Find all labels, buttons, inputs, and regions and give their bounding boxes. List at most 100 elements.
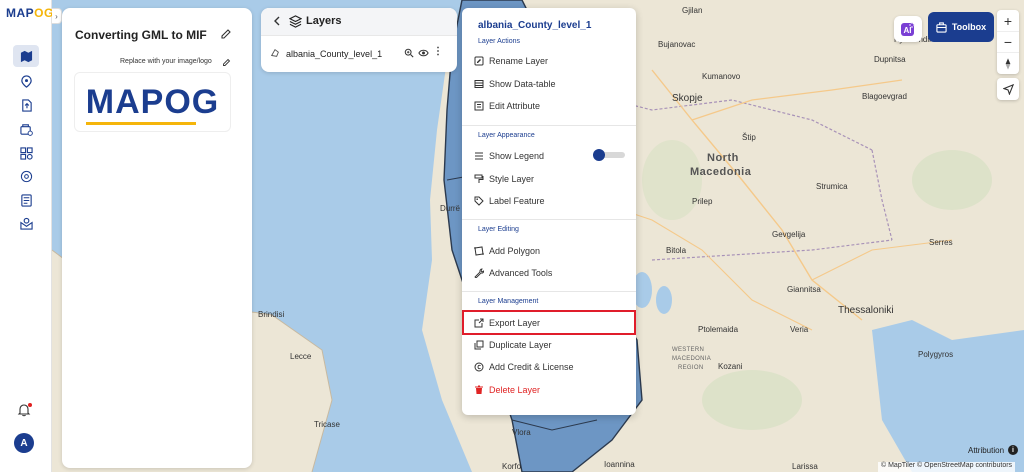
chevron-left-icon[interactable]: [271, 15, 283, 27]
region-label: MACEDONIA: [672, 356, 712, 362]
pencil-icon[interactable]: [222, 58, 231, 67]
tag-icon: [474, 196, 484, 206]
city-label: Ioannina: [604, 460, 635, 469]
zoom-to-layer-icon[interactable]: [404, 48, 414, 58]
ai-assistant-button[interactable]: AI: [894, 16, 922, 42]
country-label: North: [707, 152, 739, 164]
list-icon: [475, 152, 483, 160]
city-label: Giannitsa: [787, 285, 821, 294]
navigation-arrow-icon: [1002, 83, 1014, 95]
locate-me-button[interactable]: [997, 78, 1019, 100]
info-icon: i: [1008, 445, 1019, 455]
logo-underline: [86, 122, 196, 125]
wrench-icon: [474, 268, 484, 278]
style-layer-item[interactable]: Style Layer: [462, 169, 636, 189]
city-label: Lecce: [290, 352, 312, 361]
city-label: Serres: [929, 238, 953, 247]
project-title: Converting GML to MIF: [75, 28, 207, 42]
app-logo[interactable]: MAPOG: [6, 6, 54, 20]
city-label: Bujanovac: [658, 40, 696, 49]
project-panel: Converting GML to MIF Replace with your …: [62, 8, 252, 468]
city-label: Dupnitsa: [874, 55, 906, 64]
city-label: Štip: [742, 133, 756, 142]
more-options-icon[interactable]: ⋮: [433, 46, 443, 57]
user-avatar[interactable]: A: [14, 433, 34, 453]
ai-icon: AI: [901, 21, 916, 36]
city-label: Larissa: [792, 462, 818, 471]
city-label: Blagoevgrad: [862, 92, 907, 101]
toggle-knob: [593, 149, 605, 161]
rename-layer-item[interactable]: Rename Layer: [462, 51, 636, 71]
map-icon[interactable]: [13, 45, 39, 67]
city-label: Bitola: [666, 246, 687, 255]
duplicate-layer-item[interactable]: Duplicate Layer: [462, 335, 636, 355]
zoom-out-button[interactable]: −: [997, 31, 1019, 52]
menu-divider: [462, 219, 636, 220]
show-legend-item[interactable]: Show Legend: [462, 146, 636, 166]
share-icon[interactable]: [13, 212, 39, 234]
menu-divider: [462, 291, 636, 292]
city-label: Kozani: [718, 362, 743, 371]
left-sidebar: MAPOG A: [0, 0, 54, 472]
layer-row[interactable]: albania_County_level_1 ⋮: [261, 44, 457, 66]
section-heading: Layer Actions: [478, 38, 521, 45]
edit-attribute-icon: [474, 101, 484, 111]
show-datatable-item[interactable]: Show Data-table: [462, 74, 636, 94]
city-label: Kumanovo: [702, 72, 741, 81]
region-label: REGION: [678, 365, 704, 371]
section-heading: Layer Editing: [478, 226, 519, 233]
layer-context-menu: albania_County_level_1 Layer Actions Ren…: [462, 8, 636, 415]
replace-logo-link[interactable]: Replace with your image/logo: [120, 58, 212, 65]
legend-toggle[interactable]: [593, 149, 625, 161]
copyright-icon: [474, 362, 484, 372]
city-label: Tricase: [314, 420, 340, 429]
delete-layer-item[interactable]: Delete Layer: [462, 380, 636, 400]
toolbox-button[interactable]: Toolbox: [928, 12, 994, 42]
layers-title: Layers: [306, 15, 342, 27]
polygon-draw-icon: [474, 246, 484, 256]
compass-icon[interactable]: [997, 52, 1019, 74]
section-heading: Layer Appearance: [478, 132, 535, 139]
trash-icon: [475, 385, 483, 394]
data-settings-icon[interactable]: [13, 118, 39, 140]
add-credit-item[interactable]: Add Credit & License: [462, 357, 636, 377]
table-icon: [474, 80, 484, 88]
edit-attribute-item[interactable]: Edit Attribute: [462, 96, 636, 116]
city-label: Polygyros: [918, 350, 954, 359]
city-label: Thessaloniki: [838, 305, 894, 316]
city-label: Strumica: [816, 182, 848, 191]
chevron-right-icon[interactable]: ›: [52, 8, 62, 24]
layer-name[interactable]: albania_County_level_1: [286, 49, 382, 59]
eye-icon[interactable]: [418, 48, 429, 58]
location-pin-icon[interactable]: [13, 70, 39, 92]
export-icon: [474, 318, 484, 328]
city-label: Gjilan: [682, 6, 703, 15]
region-label: WESTERN: [672, 347, 705, 353]
toolbox-icon: [936, 21, 947, 33]
city-label: Veria: [790, 325, 809, 334]
report-icon[interactable]: [13, 189, 39, 211]
gallery-icon[interactable]: [13, 142, 39, 164]
country-label: Macedonia: [690, 166, 752, 178]
layers-panel: Layers albania_County_level_1 ⋮: [261, 8, 457, 72]
svg-text:AI: AI: [904, 26, 912, 35]
menu-divider: [462, 125, 636, 126]
city-label: Vlora: [512, 428, 531, 437]
zoom-control: + −: [997, 10, 1019, 74]
copyright-notice[interactable]: © MapTiler © OpenStreetMap contributors: [878, 462, 1016, 472]
label-feature-item[interactable]: Label Feature: [462, 191, 636, 211]
copy-icon: [474, 340, 484, 350]
advanced-tools-item[interactable]: Advanced Tools: [462, 263, 636, 283]
city-label: Brindisi: [258, 310, 285, 319]
pencil-icon[interactable]: [220, 28, 232, 40]
attribution-toggle[interactable]: Attribution i: [968, 445, 1019, 455]
city-label: Durrë: [440, 204, 461, 213]
file-upload-icon[interactable]: [13, 94, 39, 116]
export-layer-item[interactable]: Export Layer: [462, 310, 636, 335]
add-polygon-item[interactable]: Add Polygon: [462, 241, 636, 261]
analysis-icon[interactable]: [13, 165, 39, 187]
city-label: Skopje: [672, 93, 703, 104]
zoom-in-button[interactable]: +: [997, 10, 1019, 31]
city-label: Gevgelija: [772, 230, 806, 239]
layers-header: Layers: [261, 8, 457, 36]
